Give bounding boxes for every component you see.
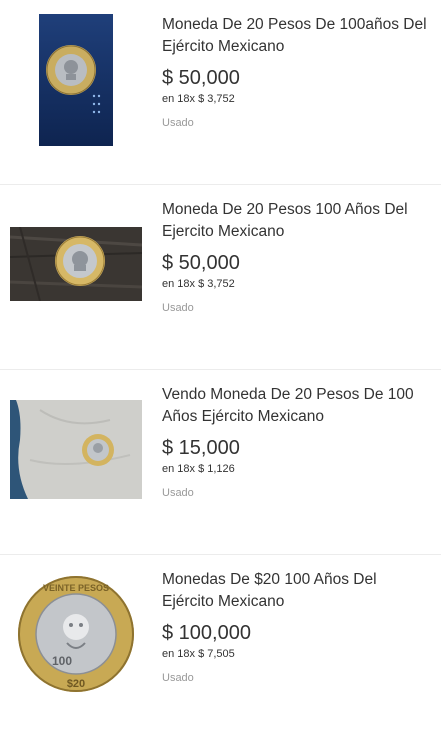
listing-installments: en 18x $ 1,126: [162, 463, 235, 475]
listing-condition: Usado: [162, 487, 194, 499]
listing-price: $ 50,000: [162, 67, 240, 89]
listing-info: Moneda De 20 Pesos 100 Años Del Ejercito…: [162, 199, 430, 315]
listing-thumbnail[interactable]: [10, 14, 142, 146]
listing-info: Monedas De $20 100 Años Del Ejército Mex…: [162, 569, 430, 685]
coin-value-text: $20: [67, 678, 85, 690]
coin-rim-text: VEINTE PESOS: [43, 583, 109, 593]
coin-photo-icon: [39, 14, 113, 146]
listing-item[interactable]: Moneda De 20 Pesos De 100años Del Ejérci…: [0, 0, 441, 185]
listing-price: $ 100,000: [162, 622, 251, 644]
listing-condition: Usado: [162, 672, 194, 684]
coin-photo-icon: [10, 227, 142, 301]
listing-thumbnail[interactable]: VEINTE PESOS 100 $20: [10, 573, 142, 695]
listing-title[interactable]: Moneda De 20 Pesos De 100años Del Ejérci…: [162, 14, 430, 58]
listing-item[interactable]: VEINTE PESOS 100 $20 Monedas De $20 100 …: [0, 555, 441, 734]
listing-info: Vendo Moneda De 20 Pesos De 100 Años Ejé…: [162, 384, 430, 500]
listing-title[interactable]: Vendo Moneda De 20 Pesos De 100 Años Ejé…: [162, 384, 430, 428]
listing-installments: en 18x $ 3,752: [162, 278, 235, 290]
listing-installments: en 18x $ 3,752: [162, 93, 235, 105]
results-list: Moneda De 20 Pesos De 100años Del Ejérci…: [0, 0, 441, 734]
coin-photo-icon: [10, 400, 142, 499]
listing-item[interactable]: Moneda De 20 Pesos 100 Años Del Ejercito…: [0, 185, 441, 370]
coin-denomination-text: 100: [52, 654, 72, 668]
listing-condition: Usado: [162, 302, 194, 314]
listing-installments: en 18x $ 7,505: [162, 648, 235, 660]
listing-price: $ 50,000: [162, 252, 240, 274]
listing-title[interactable]: Monedas De $20 100 Años Del Ejército Mex…: [162, 569, 430, 613]
coin-photo-icon: VEINTE PESOS 100 $20: [18, 576, 134, 692]
listing-info: Moneda De 20 Pesos De 100años Del Ejérci…: [162, 14, 430, 130]
listing-thumbnail[interactable]: [10, 227, 142, 301]
listing-thumbnail[interactable]: [10, 400, 142, 499]
listing-price: $ 15,000: [162, 437, 240, 459]
listing-condition: Usado: [162, 117, 194, 129]
listing-title[interactable]: Moneda De 20 Pesos 100 Años Del Ejercito…: [162, 199, 430, 243]
listing-item[interactable]: Vendo Moneda De 20 Pesos De 100 Años Ejé…: [0, 370, 441, 555]
